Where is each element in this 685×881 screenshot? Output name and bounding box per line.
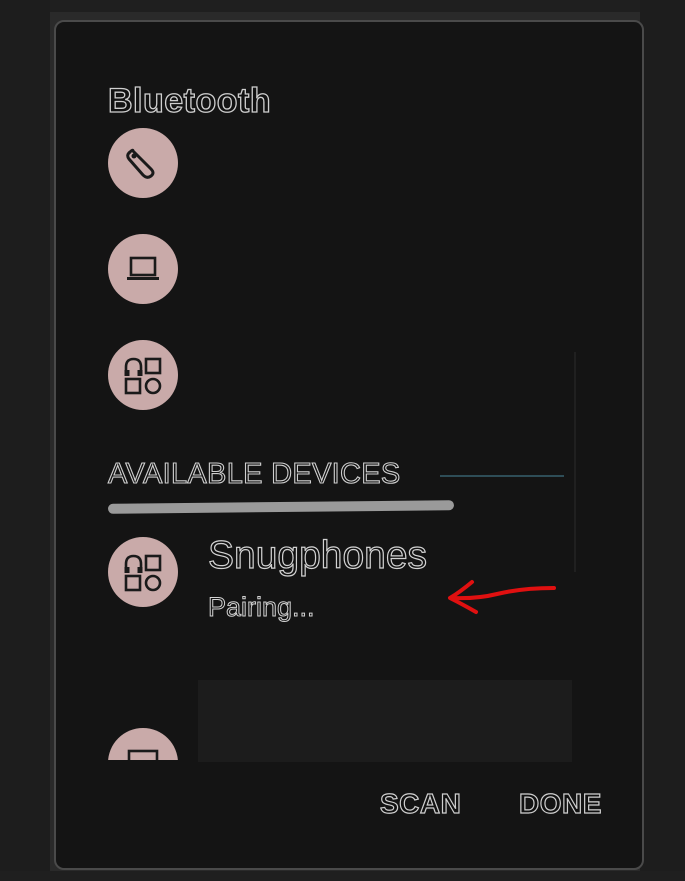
available-devices-header: AVAILABLE DEVICES <box>107 457 401 490</box>
dialog-title: Bluetooth <box>107 81 272 120</box>
screen-frame-top <box>0 0 685 12</box>
screen-frame-left <box>0 0 50 881</box>
redaction-scribble <box>107 500 455 514</box>
available-device-icon[interactable] <box>108 537 178 607</box>
device-status: Pairing... <box>208 592 316 623</box>
device-category-icon <box>124 554 162 592</box>
laptop-icon <box>127 256 159 280</box>
scan-button[interactable]: SCAN <box>379 787 461 820</box>
done-button[interactable]: DONE <box>518 787 602 820</box>
section-divider <box>440 475 564 477</box>
partial-device-row[interactable] <box>56 722 642 760</box>
bluetooth-dialog: Bluetooth AVAILABLE DEVICES Snugphones P… <box>54 20 644 870</box>
headset-icon <box>126 148 155 179</box>
dialog-actions: SCAN DONE <box>56 787 642 828</box>
available-device-computer[interactable] <box>108 728 178 760</box>
computer-icon <box>127 749 159 760</box>
screen-frame-right <box>640 0 685 881</box>
device-name[interactable]: Snugphones <box>207 533 427 578</box>
device-category-icon <box>124 357 162 395</box>
paired-device-generic[interactable] <box>108 340 178 410</box>
annotation-arrow-icon <box>448 580 556 614</box>
paired-device-laptop[interactable] <box>108 234 178 304</box>
paired-device-headset[interactable] <box>108 128 178 198</box>
list-edge-shadow <box>574 352 576 572</box>
screen-frame-bottom <box>0 871 685 881</box>
